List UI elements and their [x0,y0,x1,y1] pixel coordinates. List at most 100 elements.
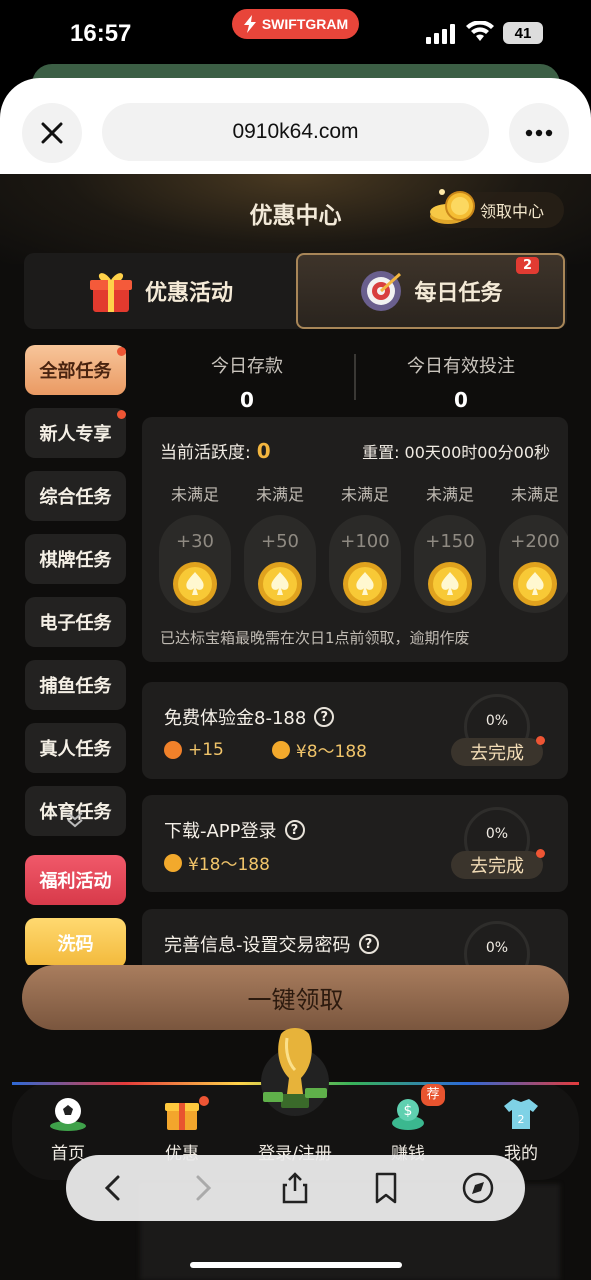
task-rewards: +15 ¥8～188 [164,737,367,762]
go-complete-button[interactable]: 去完成 [451,736,545,766]
sidebar-item-live[interactable]: 真人任务 [25,723,126,773]
activity-chest[interactable]: 未满足 +30 [159,481,231,613]
gift-box-icon [165,1103,199,1130]
task-title: 完善信息-设置交易密码 ? [164,931,379,957]
tab-promotions-label: 优惠活动 [144,281,233,306]
deposit-label: 今日存款 [211,356,283,377]
world-cup-trophy-icon[interactable] [257,1022,333,1122]
activity-chest[interactable]: 未满足 +150 [414,481,486,613]
chest-pill: +200 [499,515,568,613]
activity-chest[interactable]: 未满足 +50 [244,481,316,613]
chest-status: 未满足 [425,485,474,504]
forward-arrow-icon[interactable] [186,1171,220,1205]
swiftgram-badge[interactable]: SWIFTGRAM [232,9,359,39]
activity-chest[interactable]: 未满足 +200 [499,481,568,613]
close-icon [41,122,63,144]
promo-page: 优惠中心 领取中心 优惠活动 每日任务 2 全部任务 新人专享 综合任务 棋牌任… [0,174,591,1280]
tab-daily-tasks-label: 每日任务 [414,281,503,306]
activity-chest[interactable]: 未满足 +100 [329,481,401,613]
task-title-text: 完善信息-设置交易密码 [164,935,351,956]
gold-coins-icon [430,189,475,224]
cash-reward: ¥18～188 [188,855,270,875]
nav-profile[interactable]: 2 我的 [476,1093,566,1164]
sidebar-item-label: 新人专享 [39,424,112,445]
task-title-text: 下载-APP登录 [164,821,277,842]
sidebar-item-label: 电子任务 [39,613,112,634]
spade-coin-icon [513,562,557,606]
sidebar-item-label: 福利活动 [39,871,112,892]
go-complete-label: 去完成 [470,856,524,877]
sidebar-item-all-tasks[interactable]: 全部任务 [25,345,126,395]
chest-pill: +100 [329,515,401,613]
notification-dot [536,849,545,858]
activity-label-text: 当前活跃度: [160,443,251,463]
sidebar-item-label: 真人任务 [39,739,112,760]
notification-dot [117,410,126,419]
more-dots-icon [525,129,553,137]
jersey-icon: 2 [504,1099,538,1129]
browser-toolbar [66,1155,525,1221]
chest-status: 未满足 [170,485,219,504]
bolt-icon [243,15,256,33]
chest-points: +200 [510,531,560,552]
task-title: 下载-APP登录 ? [164,817,305,843]
go-complete-button[interactable]: 去完成 [451,849,545,879]
close-button[interactable] [22,103,82,163]
sidebar-item-welfare[interactable]: 福利活动 [25,855,126,905]
chest-points: +30 [176,531,214,552]
chest-expiry-note: 已达标宝箱最晚需在次日1点前领取，逾期作废 [160,629,470,647]
help-icon[interactable]: ? [284,820,305,840]
chest-status: 未满足 [340,485,389,504]
sidebar-item-cards[interactable]: 棋牌任务 [25,534,126,584]
sidebar-item-slots[interactable]: 电子任务 [25,597,126,647]
go-complete-label: 去完成 [470,743,524,764]
sidebar-item-label: 综合任务 [39,487,112,508]
help-icon[interactable]: ? [314,707,335,727]
wifi-icon [466,21,494,41]
compass-icon[interactable] [461,1171,495,1205]
sidebar-item-label: 洗码 [57,934,94,955]
sidebar-item-rebate[interactable]: 洗码 [25,918,126,965]
nav-home[interactable]: 首页 [23,1093,113,1164]
sidebar-item-general[interactable]: 综合任务 [25,471,126,521]
bet-label: 今日有效投注 [407,356,515,377]
task-count-badge: 2 [515,257,539,274]
tab-daily-tasks[interactable]: 每日任务 2 [296,253,565,329]
deposit-stat: 今日存款 0 [142,352,352,412]
soccer-ball-icon [50,1098,86,1131]
chest-points: +100 [340,531,390,552]
chest-pill: +150 [414,515,486,613]
activity-panel: 当前活跃度: 0 重置: 00天00时00分00秒 未满足 +30 未满足 +50… [142,417,568,662]
recommend-badge: 荐 [421,1084,445,1106]
tab-promotions[interactable]: 优惠活动 [24,253,296,329]
chest-pill: +50 [244,515,316,613]
claim-center-label: 领取中心 [480,202,545,221]
nav-promotions[interactable]: 优惠 [137,1093,227,1164]
more-button[interactable] [509,103,569,163]
bet-stat: 今日有效投注 0 [356,352,566,412]
sidebar-item-newcomer[interactable]: 新人专享 [25,408,126,458]
battery-indicator: 41 [503,22,543,44]
task-card: 免费体验金8-188 ? +15 ¥8～188 0% 去完成 [142,682,568,779]
chest-status: 未满足 [255,485,304,504]
spade-coin-icon [428,562,472,606]
activity-reward: +15 [188,739,224,760]
activity-value: 0 [256,439,271,463]
sidebar-item-label: 全部任务 [39,361,112,382]
sidebar-item-fishing[interactable]: 捕鱼任务 [25,660,126,710]
url-bar[interactable]: 0910k64.com [102,103,489,161]
back-arrow-icon[interactable] [96,1171,130,1205]
help-icon[interactable]: ? [358,934,379,954]
sidebar-item-label: 棋牌任务 [39,550,112,571]
spade-coin-icon [258,562,302,606]
gift-box-icon [89,273,132,312]
task-rewards: ¥18～188 [164,850,270,875]
task-title: 免费体验金8-188 ? [164,704,335,730]
bookmark-icon[interactable] [369,1171,403,1205]
notification-dot [117,347,126,356]
share-icon[interactable] [278,1171,312,1205]
chevron-down-icon[interactable] [65,809,85,829]
flame-icon [164,740,182,759]
deposit-value: 0 [240,388,254,412]
claim-all-button[interactable]: 一键领取 [22,965,569,1030]
